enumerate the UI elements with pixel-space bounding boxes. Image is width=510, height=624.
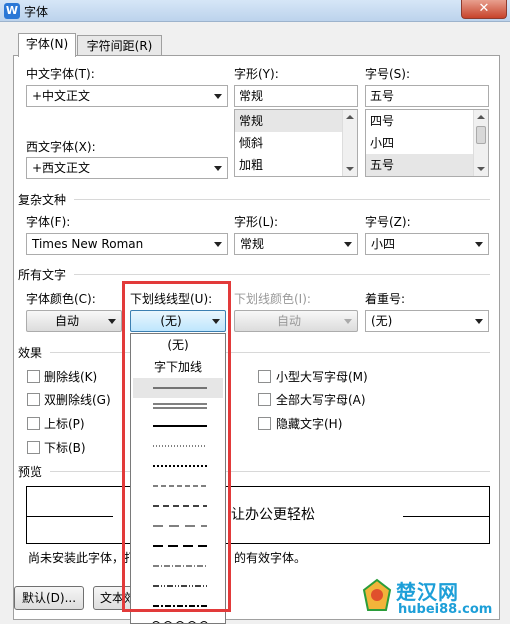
divider (74, 199, 490, 200)
complex-group-title: 复杂文种 (18, 193, 67, 207)
divider (74, 274, 490, 275)
font-size-list[interactable]: 四号 小四 五号 (365, 109, 489, 177)
small-caps-checkbox[interactable] (258, 370, 271, 383)
complex-size-value: 小四 (371, 237, 396, 251)
complex-size-label: 字号(Z): (365, 215, 411, 229)
strikethrough-label[interactable]: 删除线(K) (44, 368, 97, 385)
font-color-select[interactable]: 自动 (26, 310, 122, 332)
complex-size-select[interactable]: 小四 (365, 233, 489, 255)
western-font-value: +西文正文 (32, 161, 91, 175)
chevron-down-icon (475, 319, 483, 324)
scroll-up-icon[interactable] (346, 115, 354, 119)
watermark-url: hubei88.com (398, 602, 493, 617)
wps-app-icon: W (4, 3, 20, 19)
tab-font[interactable]: 字体(N) (18, 33, 76, 57)
chinese-font-label: 中文字体(T): (26, 67, 95, 81)
subscript-checkbox[interactable] (27, 441, 40, 454)
scroll-up-icon[interactable] (477, 115, 485, 119)
underline-color-label: 下划线颜色(I): (234, 292, 311, 306)
superscript-label[interactable]: 上标(P) (44, 415, 85, 432)
scroll-down-icon[interactable] (477, 167, 485, 171)
list-item[interactable]: 加粗 (235, 154, 357, 176)
complex-font-label: 字体(F): (26, 215, 71, 229)
scroll-down-icon[interactable] (346, 167, 354, 171)
list-item[interactable]: 常规 (235, 110, 343, 132)
watermark-title: 楚汉网 (396, 580, 459, 604)
list-item[interactable]: 倾斜 (235, 132, 357, 154)
scrollbar[interactable] (342, 110, 357, 176)
tab-character-spacing[interactable]: 字符间距(R) (77, 35, 162, 57)
chevron-down-icon (344, 319, 352, 324)
watermark-logo-icon (362, 578, 392, 612)
chevron-down-icon (475, 242, 483, 247)
preview-baseline-left (27, 516, 113, 517)
font-style-input[interactable]: 常规 (234, 85, 358, 107)
chevron-down-icon (214, 166, 222, 171)
font-style-label: 字形(Y): (234, 67, 279, 81)
font-color-label: 字体颜色(C): (26, 292, 96, 306)
font-style-list[interactable]: 常规 倾斜 加粗 (234, 109, 358, 177)
all-caps-checkbox[interactable] (258, 393, 271, 406)
preview-text: 让办公更轻松 (231, 507, 315, 523)
complex-font-select[interactable]: Times New Roman (26, 233, 228, 255)
preview-box: 让办公更轻松 (26, 486, 490, 544)
chevron-down-icon (214, 242, 222, 247)
preview-baseline-right (403, 516, 489, 517)
western-font-select[interactable]: +西文正文 (26, 157, 228, 179)
effects-group-title: 效果 (18, 346, 43, 360)
list-item[interactable]: 四号 (366, 110, 488, 132)
complex-style-select[interactable]: 常规 (234, 233, 358, 255)
divider (50, 352, 490, 353)
small-caps-label[interactable]: 小型大写字母(M) (276, 368, 368, 385)
chevron-down-icon (344, 242, 352, 247)
font-size-input[interactable]: 五号 (365, 85, 489, 107)
underline-option-wave[interactable] (133, 614, 223, 623)
double-strikethrough-label[interactable]: 双删除线(G) (44, 391, 111, 408)
complex-font-value: Times New Roman (32, 237, 144, 251)
chinese-font-value: +中文正文 (32, 89, 91, 103)
emphasis-label: 着重号: (365, 292, 406, 306)
emphasis-value: (无) (371, 314, 393, 328)
scroll-thumb[interactable] (476, 126, 486, 144)
divider (50, 471, 490, 472)
subscript-label[interactable]: 下标(B) (44, 439, 86, 456)
strikethrough-checkbox[interactable] (27, 370, 40, 383)
complex-style-value: 常规 (240, 237, 265, 251)
close-button[interactable]: ✕ (461, 0, 507, 19)
font-size-label: 字号(S): (365, 67, 411, 81)
font-color-value: 自动 (54, 314, 79, 328)
chevron-down-icon (108, 319, 116, 324)
scrollbar[interactable] (473, 110, 488, 176)
font-note-left: 尚未安装此字体，打 (28, 551, 137, 565)
window-title: 字体 (24, 5, 49, 19)
hidden-text-checkbox[interactable] (258, 417, 271, 430)
title-bar (0, 0, 510, 22)
list-item[interactable]: 五号 (366, 154, 474, 176)
font-note-right: 的有效字体。 (234, 551, 307, 565)
list-item[interactable]: 小四 (366, 132, 488, 154)
superscript-checkbox[interactable] (27, 417, 40, 430)
default-button[interactable]: 默认(D)... (14, 586, 84, 610)
underline-color-select: 自动 (234, 310, 358, 332)
complex-style-label: 字形(L): (234, 215, 279, 229)
hidden-text-label[interactable]: 隐藏文字(H) (276, 415, 342, 432)
emphasis-select[interactable]: (无) (365, 310, 489, 332)
all-text-group-title: 所有文字 (18, 268, 67, 282)
western-font-label: 西文字体(X): (26, 140, 96, 154)
chinese-font-select[interactable]: +中文正文 (26, 85, 228, 107)
underline-color-value: 自动 (276, 314, 301, 328)
all-caps-label[interactable]: 全部大写字母(A) (276, 391, 366, 408)
chevron-down-icon (214, 94, 222, 99)
highlight-frame (122, 281, 231, 612)
double-strikethrough-checkbox[interactable] (27, 393, 40, 406)
preview-group-title: 预览 (18, 465, 43, 479)
